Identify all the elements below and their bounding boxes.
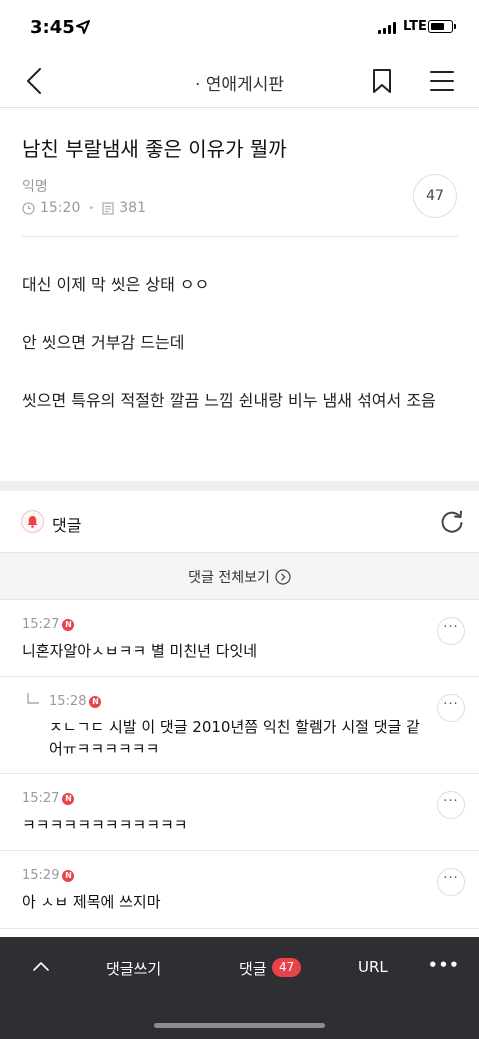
comment-text: ㅋㅋㅋㅋㅋㅋㅋㅋㅋㅋㅋㅋ <box>22 816 188 834</box>
bottom-toolbar: 댓글쓰기 댓글 47 URL ••• <box>0 937 479 1039</box>
comments-header: 댓글 <box>0 491 479 553</box>
comment-time: 15:27 <box>22 617 60 632</box>
home-indicator <box>154 1023 325 1028</box>
comment-time: 15:29 <box>22 868 60 883</box>
hamburger-menu-icon[interactable] <box>430 69 454 93</box>
comment-time-wrap: 15:27 N <box>22 617 75 632</box>
comment-time-wrap: 15:29 N <box>22 868 75 883</box>
new-badge: N <box>62 792 75 805</box>
network-label: LTE <box>403 19 427 34</box>
scroll-top-chevron-icon[interactable] <box>32 959 50 973</box>
post-author: 익명 <box>22 179 48 195</box>
post-divider <box>22 236 458 237</box>
comments-count-badge: 47 <box>272 958 302 977</box>
see-all-comments-button[interactable]: 댓글 전체보기 <box>0 553 479 600</box>
comment-more-button[interactable]: ··· <box>437 617 465 645</box>
copy-url-button[interactable]: URL <box>358 958 388 976</box>
comment-count-circle[interactable]: 47 <box>413 174 457 218</box>
status-time: 3:45 <box>30 17 75 38</box>
comment-text: ㅈㄴㄱㄷ 시발 이 댓글 2010년쯤 익친 할렘가 시절 댓글 같어ㅠㅋㅋㅋㅋ… <box>49 718 420 758</box>
chevron-right-circle-icon <box>275 569 291 585</box>
location-arrow-icon <box>76 20 90 34</box>
signal-icon <box>378 22 396 34</box>
battery-icon <box>428 20 456 33</box>
new-badge: N <box>62 618 75 631</box>
bell-icon[interactable] <box>21 510 44 533</box>
post-views: 381 <box>119 200 146 216</box>
refresh-icon[interactable] <box>439 509 465 535</box>
section-divider <box>0 481 479 491</box>
post-meta: 15:20 • 381 <box>22 200 146 216</box>
comment-item: 15:27 N 니혼자알아ㅅㅂㅋㅋ 별 미친년 다잇네 ··· <box>0 600 479 677</box>
post-paragraph: 씻으면 특유의 적절한 깔끔 느낌 쉰내랑 비누 냄새 섞여서 조음 <box>22 391 436 410</box>
comment-text: 니혼자알아ㅅㅂㅋㅋ 별 미친년 다잇네 <box>22 642 258 660</box>
post-title: 남친 부랄냄새 좋은 이유가 뭘까 <box>22 137 287 161</box>
post-paragraph: 안 씻으면 거부감 드는데 <box>22 333 185 352</box>
views-document-icon <box>102 201 114 215</box>
nav-bar: · 연애게시판 <box>0 52 479 108</box>
comment-text: 아 ㅅㅂ 제목에 쓰지마 <box>22 893 161 911</box>
comment-time-wrap: 15:28 N <box>49 694 102 709</box>
comment-time-wrap: 15:27 N <box>22 791 75 806</box>
comments-button[interactable]: 댓글 <box>239 958 267 979</box>
bookmark-icon[interactable] <box>371 68 393 94</box>
comments-header-label: 댓글 <box>52 516 82 535</box>
see-all-label: 댓글 전체보기 <box>188 570 270 586</box>
post-time: 15:20 <box>40 200 81 216</box>
meta-separator: • <box>88 202 95 214</box>
comment-item: 15:27 N ㅋㅋㅋㅋㅋㅋㅋㅋㅋㅋㅋㅋ ··· <box>0 774 479 851</box>
comment-more-button[interactable]: ··· <box>437 694 465 722</box>
clock-icon <box>22 201 35 215</box>
new-badge: N <box>89 695 102 708</box>
more-options-button[interactable]: ••• <box>428 956 460 974</box>
comment-item: 15:29 N 아 ㅅㅂ 제목에 쓰지마 ··· <box>0 851 479 929</box>
new-badge: N <box>62 869 75 882</box>
reply-indicator-icon <box>27 693 39 704</box>
post-body: 대신 이제 막 씻은 상태 ㅇㅇ 안 씻으면 거부감 드는데 씻으면 특유의 적… <box>22 272 460 446</box>
comment-time: 15:27 <box>22 791 60 806</box>
comment-time: 15:28 <box>49 694 87 709</box>
comment-more-button[interactable]: ··· <box>437 791 465 819</box>
reply-comment-item: 15:28 N ㅈㄴㄱㄷ 시발 이 댓글 2010년쯤 익친 할렘가 시절 댓글… <box>0 677 479 774</box>
board-title[interactable]: · 연애게시판 <box>0 70 479 95</box>
comment-more-button[interactable]: ··· <box>437 868 465 896</box>
status-bar: 3:45 LTE <box>0 0 479 52</box>
post-paragraph: 대신 이제 막 씻은 상태 ㅇㅇ <box>22 275 210 294</box>
write-comment-button[interactable]: 댓글쓰기 <box>106 958 161 979</box>
